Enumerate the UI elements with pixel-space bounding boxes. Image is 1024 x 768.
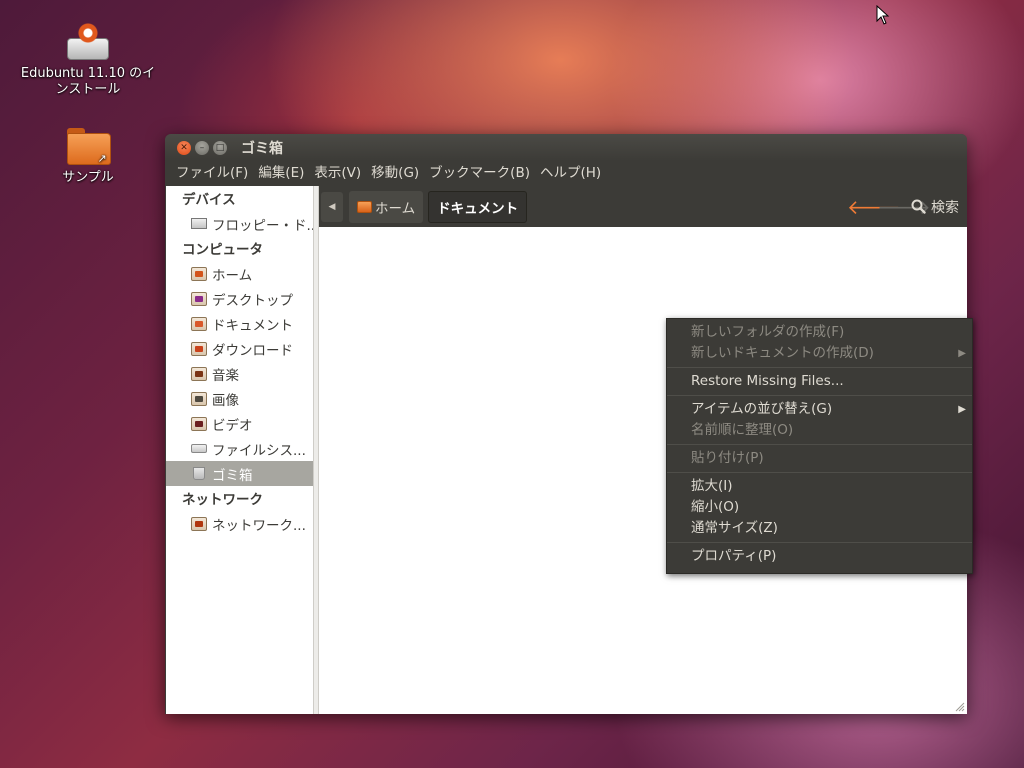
breadcrumb-label: ドキュメント bbox=[437, 200, 519, 217]
sidebar-item-label: ファイルシス... bbox=[212, 442, 306, 459]
submenu-arrow-icon: ▶ bbox=[958, 404, 966, 415]
breadcrumb-label: ホーム bbox=[375, 200, 416, 217]
music-folder-icon bbox=[191, 366, 207, 381]
home-folder-icon bbox=[191, 266, 207, 281]
sidebar-item-downloads[interactable]: ダウンロード bbox=[166, 336, 313, 361]
menu-edit[interactable]: 編集(E) bbox=[253, 161, 309, 186]
menu-item-properties[interactable]: プロパティ(P) bbox=[667, 546, 972, 567]
places-sidebar: デバイス フロッピー・ド... コンピュータ ホーム デスクトップ ドキュメント… bbox=[166, 186, 313, 714]
minimize-window-button[interactable]: – bbox=[195, 140, 209, 155]
menu-item-label: アイテムの並び替え(G) bbox=[691, 401, 833, 417]
documents-folder-icon bbox=[191, 316, 207, 331]
home-folder-icon bbox=[357, 200, 372, 213]
desktop-icon-installer[interactable]: Edubuntu 11.10 のイ ンストール bbox=[18, 22, 158, 98]
menu-item-arrange-items[interactable]: アイテムの並び替え(G) ▶ bbox=[667, 399, 972, 420]
network-folder-icon bbox=[191, 516, 207, 531]
search-icon bbox=[911, 199, 926, 214]
menu-item-organize-by-name[interactable]: 名前順に整理(O) bbox=[667, 420, 972, 441]
sidebar-heading-computer: コンピュータ bbox=[182, 242, 263, 258]
sidebar-item-label: 画像 bbox=[212, 392, 239, 409]
breadcrumb-home[interactable]: ホーム bbox=[349, 190, 424, 223]
sidebar-item-label: ネットワーク... bbox=[212, 517, 306, 534]
forward-arrow-icon[interactable]: 🡒 bbox=[877, 195, 931, 219]
sidebar-item-network[interactable]: ネットワーク... bbox=[166, 511, 313, 536]
menu-file[interactable]: ファイル(F) bbox=[171, 161, 253, 186]
submenu-arrow-icon: ▶ bbox=[958, 348, 966, 359]
context-menu: 新しいフォルダの作成(F) 新しいドキュメントの作成(D) ▶ Restore … bbox=[666, 318, 973, 574]
sidebar-heading-network: ネットワーク bbox=[182, 492, 263, 508]
sidebar-item-label: デスクトップ bbox=[212, 292, 293, 309]
close-window-button[interactable]: ✕ bbox=[177, 140, 191, 155]
path-bar: ◀ ホーム ドキュメント 🡐 🡒 検索 bbox=[319, 186, 967, 227]
sidebar-item-label: ホーム bbox=[212, 267, 253, 284]
desktop-icon-sample-folder[interactable]: ↗ サンプル bbox=[18, 128, 158, 186]
sidebar-heading-devices: デバイス bbox=[182, 192, 236, 208]
path-scroll-left-button[interactable]: ◀ bbox=[321, 191, 343, 222]
pictures-folder-icon bbox=[191, 391, 207, 406]
menu-item-normal-size[interactable]: 通常サイズ(Z) bbox=[667, 518, 972, 539]
maximize-window-button[interactable]: □ bbox=[213, 140, 227, 155]
menu-separator bbox=[667, 472, 972, 473]
sidebar-item-trash[interactable]: ゴミ箱 bbox=[166, 461, 313, 486]
desktop-folder-icon bbox=[191, 291, 207, 306]
sidebar-item-label: ゴミ箱 bbox=[212, 467, 253, 484]
sidebar-item-label: フロッピー・ド... bbox=[212, 217, 313, 234]
window-title: ゴミ箱 bbox=[241, 140, 283, 157]
menu-separator bbox=[667, 367, 972, 368]
sidebar-item-videos[interactable]: ビデオ bbox=[166, 411, 313, 436]
search-button[interactable]: 検索 bbox=[911, 197, 959, 217]
sidebar-item-desktop[interactable]: デスクトップ bbox=[166, 286, 313, 311]
breadcrumb-documents[interactable]: ドキュメント bbox=[428, 190, 528, 223]
filesystem-icon bbox=[191, 444, 207, 453]
desktop-icon-label: Edubuntu 11.10 のイ bbox=[20, 66, 156, 81]
sidebar-item-home[interactable]: ホーム bbox=[166, 261, 313, 286]
menu-item-new-document[interactable]: 新しいドキュメントの作成(D) ▶ bbox=[667, 343, 972, 364]
folder-link-icon: ↗ bbox=[65, 128, 111, 166]
menu-item-new-folder[interactable]: 新しいフォルダの作成(F) bbox=[667, 322, 972, 343]
desktop-icon-label: ンストール bbox=[55, 82, 121, 97]
menu-bar: ファイル(F) 編集(E) 表示(V) 移動(G) ブックマーク(B) ヘルプ(… bbox=[165, 161, 967, 186]
sidebar-item-floppy[interactable]: フロッピー・ド... bbox=[166, 211, 313, 236]
sidebar-item-label: ダウンロード bbox=[212, 342, 293, 359]
sidebar-item-music[interactable]: 音楽 bbox=[166, 361, 313, 386]
floppy-icon bbox=[191, 218, 207, 229]
menu-item-label: 新しいドキュメントの作成(D) bbox=[691, 345, 874, 361]
menu-go[interactable]: 移動(G) bbox=[366, 161, 424, 186]
menu-bookmarks[interactable]: ブックマーク(B) bbox=[424, 161, 535, 186]
mouse-pointer-icon bbox=[876, 5, 890, 25]
sidebar-item-label: ドキュメント bbox=[212, 317, 293, 334]
menu-separator bbox=[667, 444, 972, 445]
sidebar-item-documents[interactable]: ドキュメント bbox=[166, 311, 313, 336]
menu-view[interactable]: 表示(V) bbox=[309, 161, 366, 186]
back-arrow-icon[interactable]: 🡐 bbox=[847, 195, 901, 219]
videos-folder-icon bbox=[191, 416, 207, 431]
menu-separator bbox=[667, 395, 972, 396]
desktop-icon-label: サンプル bbox=[62, 170, 114, 185]
menu-item-restore-missing-files[interactable]: Restore Missing Files... bbox=[667, 371, 972, 392]
menu-item-zoom-in[interactable]: 拡大(I) bbox=[667, 476, 972, 497]
search-label: 検索 bbox=[931, 199, 959, 216]
sidebar-item-label: 音楽 bbox=[212, 367, 239, 384]
menu-item-paste[interactable]: 貼り付け(P) bbox=[667, 448, 972, 469]
sidebar-item-pictures[interactable]: 画像 bbox=[166, 386, 313, 411]
window-titlebar[interactable]: ✕ – □ ゴミ箱 bbox=[165, 134, 967, 161]
downloads-folder-icon bbox=[191, 341, 207, 356]
menu-help[interactable]: ヘルプ(H) bbox=[535, 161, 606, 186]
resize-grip-icon[interactable] bbox=[953, 700, 965, 712]
menu-separator bbox=[667, 542, 972, 543]
menu-item-zoom-out[interactable]: 縮小(O) bbox=[667, 497, 972, 518]
sidebar-item-filesystem[interactable]: ファイルシス... bbox=[166, 436, 313, 461]
trash-icon bbox=[193, 467, 205, 480]
installer-icon bbox=[65, 22, 111, 62]
sidebar-item-label: ビデオ bbox=[212, 417, 253, 434]
